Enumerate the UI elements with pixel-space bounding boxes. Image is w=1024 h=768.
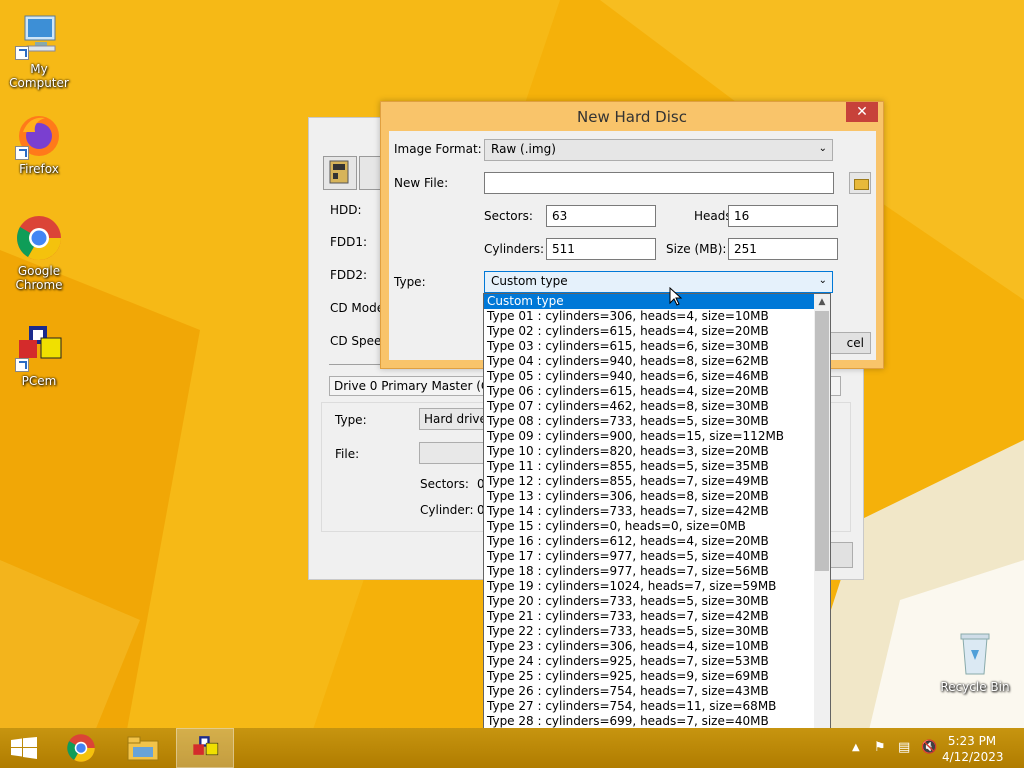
dropdown-option[interactable]: Type 27 : cylinders=754, heads=11, size=… xyxy=(484,699,830,714)
computer-icon xyxy=(15,12,63,60)
tab-second[interactable] xyxy=(359,156,381,190)
dropdown-option[interactable]: Type 05 : cylinders=940, heads=6, size=4… xyxy=(484,369,830,384)
pcem-icon xyxy=(15,324,63,372)
chrome-icon xyxy=(15,214,63,262)
dropdown-option[interactable]: Type 19 : cylinders=1024, heads=7, size=… xyxy=(484,579,830,594)
close-button[interactable]: ✕ xyxy=(846,102,878,122)
dropdown-option[interactable]: Type 18 : cylinders=977, heads=7, size=5… xyxy=(484,564,830,579)
recycle-bin-icon xyxy=(951,630,999,678)
type-label: Type: xyxy=(394,275,426,289)
desktop-icon-label: Firefox xyxy=(19,162,59,176)
pcem-icon xyxy=(193,736,219,756)
drive-type-label: Type: xyxy=(335,413,367,427)
action-center-flag-icon[interactable]: ⚑ xyxy=(874,740,886,755)
mouse-cursor-icon xyxy=(669,287,683,306)
desktop-icon-firefox[interactable]: Firefox xyxy=(0,112,79,176)
clock[interactable]: 5:23 PM 4/12/2023 xyxy=(942,733,1004,765)
dropdown-option[interactable]: Type 21 : cylinders=733, heads=7, size=4… xyxy=(484,609,830,624)
dropdown-option[interactable]: Type 13 : cylinders=306, heads=8, size=2… xyxy=(484,489,830,504)
taskbar-chrome[interactable] xyxy=(54,728,110,768)
scroll-up-icon[interactable]: ▲ xyxy=(814,294,830,310)
cylinder-label: Cylinder: xyxy=(420,503,474,517)
cd-model-label: CD Mode xyxy=(330,301,385,315)
dropdown-option[interactable]: Type 01 : cylinders=306, heads=4, size=1… xyxy=(484,309,830,324)
heads-field[interactable]: 16 xyxy=(728,205,838,227)
sectors-field[interactable]: 63 xyxy=(546,205,656,227)
desktop-icon-label: Google Chrome xyxy=(15,264,63,292)
dropdown-option[interactable]: Type 16 : cylinders=612, heads=4, size=2… xyxy=(484,534,830,549)
desktop-icon-google-chrome[interactable]: Google Chrome xyxy=(0,214,79,292)
image-format-value: Raw (.img) xyxy=(491,142,556,156)
dropdown-items: Custom type Type 01 : cylinders=306, head… xyxy=(484,294,830,744)
drive-file-label: File: xyxy=(335,447,360,461)
fdd1-label: FDD1: xyxy=(330,235,368,249)
size-field[interactable]: 251 xyxy=(728,238,838,260)
dialog-title: New Hard Disc xyxy=(577,108,687,126)
dropdown-option[interactable]: Type 09 : cylinders=900, heads=15, size=… xyxy=(484,429,830,444)
volume-muted-icon[interactable]: 🔇 xyxy=(921,740,937,755)
dropdown-option[interactable]: Type 11 : cylinders=855, heads=5, size=3… xyxy=(484,459,830,474)
desktop-icon-my-computer[interactable]: My Computer xyxy=(0,12,79,90)
dropdown-option[interactable]: Type 14 : cylinders=733, heads=7, size=4… xyxy=(484,504,830,519)
dropdown-option[interactable]: Type 07 : cylinders=462, heads=8, size=3… xyxy=(484,399,830,414)
dropdown-option[interactable]: Type 26 : cylinders=754, heads=7, size=4… xyxy=(484,684,830,699)
desktop-icon-label: Recycle Bin xyxy=(940,680,1010,694)
windows-start-icon xyxy=(11,737,37,759)
dropdown-option[interactable]: Custom type xyxy=(484,294,830,309)
dropdown-option[interactable]: Type 17 : cylinders=977, heads=5, size=4… xyxy=(484,549,830,564)
browse-folder-icon[interactable] xyxy=(849,172,871,194)
show-hidden-icons-icon[interactable]: ▲ xyxy=(852,742,860,753)
start-button[interactable] xyxy=(0,728,56,768)
type-dropdown-list[interactable]: Custom type Type 01 : cylinders=306, head… xyxy=(483,293,831,745)
dropdown-option[interactable]: Type 02 : cylinders=615, heads=4, size=2… xyxy=(484,324,830,339)
desktop-icon-pcem[interactable]: PCem xyxy=(0,324,79,388)
image-format-label: Image Format: xyxy=(394,142,482,156)
taskbar-pcem[interactable] xyxy=(176,728,234,768)
desktop-icon-label: My Computer xyxy=(9,62,69,90)
scrollbar-thumb[interactable] xyxy=(815,311,829,571)
size-label: Size (MB): xyxy=(666,242,727,256)
type-value: Custom type xyxy=(491,274,568,288)
dropdown-option[interactable]: Type 10 : cylinders=820, heads=3, size=2… xyxy=(484,444,830,459)
cylinders-label: Cylinders: xyxy=(484,242,544,256)
dropdown-option[interactable]: Type 03 : cylinders=615, heads=6, size=3… xyxy=(484,339,830,354)
close-icon: ✕ xyxy=(856,104,868,120)
desktop-icon-recycle-bin[interactable]: Recycle Bin xyxy=(935,630,1015,694)
dropdown-option[interactable]: Type 12 : cylinders=855, heads=7, size=4… xyxy=(484,474,830,489)
dropdown-option[interactable]: Type 25 : cylinders=925, heads=9, size=6… xyxy=(484,669,830,684)
new-file-label: New File: xyxy=(394,176,449,190)
dropdown-option[interactable]: Type 08 : cylinders=733, heads=5, size=3… xyxy=(484,414,830,429)
chevron-down-icon: ⌄ xyxy=(818,275,827,286)
dropdown-scrollbar[interactable]: ▲ ▼ xyxy=(814,294,830,744)
chevron-down-icon: ⌄ xyxy=(818,143,827,154)
new-file-field[interactable] xyxy=(484,172,834,194)
type-select[interactable]: Custom type ⌄ xyxy=(484,271,833,293)
dropdown-option[interactable]: Type 22 : cylinders=733, heads=5, size=3… xyxy=(484,624,830,639)
clock-time: 5:23 PM xyxy=(947,734,997,748)
taskbar: ▲ ⚑ ▤ 🔇 5:23 PM 4/12/2023 xyxy=(0,728,1024,768)
sectors-label: Sectors: xyxy=(484,209,533,223)
dropdown-option[interactable]: Type 28 : cylinders=699, heads=7, size=4… xyxy=(484,714,830,729)
chrome-icon xyxy=(67,734,95,762)
firefox-icon xyxy=(15,112,63,160)
desktop-icon-label: PCem xyxy=(21,374,57,388)
dropdown-option[interactable]: Type 24 : cylinders=925, heads=7, size=5… xyxy=(484,654,830,669)
tab-hardware-icon[interactable] xyxy=(323,156,357,190)
clock-date: 4/12/2023 xyxy=(942,750,1004,764)
fdd2-label: FDD2: xyxy=(330,268,368,282)
cylinders-field[interactable]: 511 xyxy=(546,238,656,260)
hdd-label: HDD: xyxy=(330,203,362,217)
dropdown-option[interactable]: Type 20 : cylinders=733, heads=5, size=3… xyxy=(484,594,830,609)
image-format-select[interactable]: Raw (.img) ⌄ xyxy=(484,139,833,161)
dropdown-option[interactable]: Type 15 : cylinders=0, heads=0, size=0MB xyxy=(484,519,830,534)
taskbar-file-explorer[interactable] xyxy=(115,728,171,768)
network-icon[interactable]: ▤ xyxy=(898,740,910,755)
file-explorer-icon xyxy=(127,736,159,761)
dropdown-option[interactable]: Type 23 : cylinders=306, heads=4, size=1… xyxy=(484,639,830,654)
sectors-label: Sectors: xyxy=(420,477,469,491)
dropdown-option[interactable]: Type 04 : cylinders=940, heads=8, size=6… xyxy=(484,354,830,369)
dropdown-option[interactable]: Type 06 : cylinders=615, heads=4, size=2… xyxy=(484,384,830,399)
